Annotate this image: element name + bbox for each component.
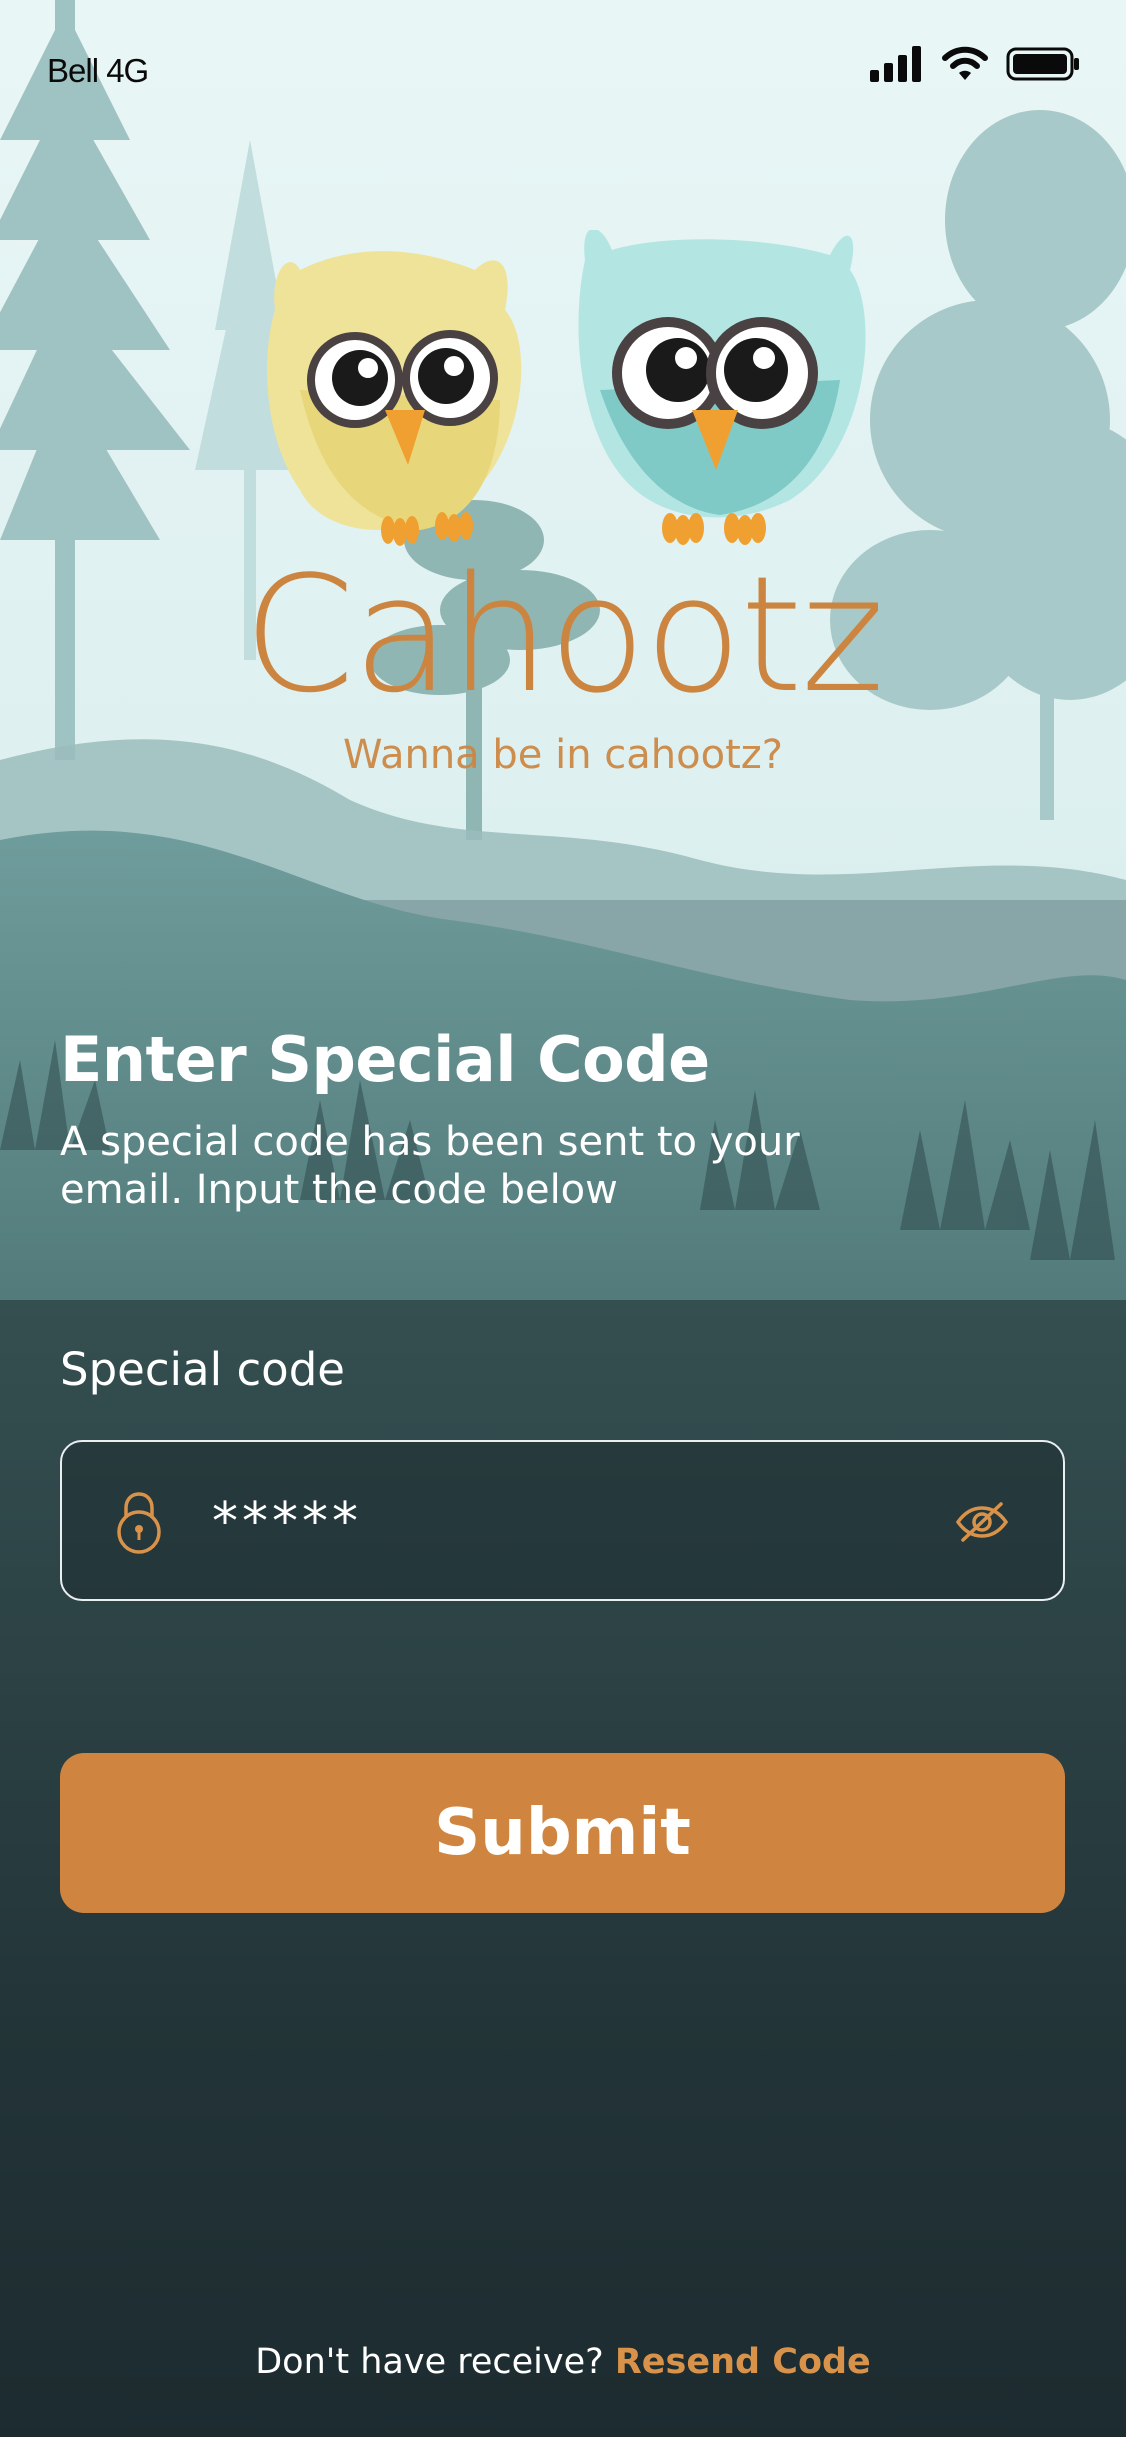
resend-prompt: Don't have receive? xyxy=(255,2342,604,2382)
lock-icon xyxy=(117,1492,161,1554)
special-code-input[interactable] xyxy=(212,1482,912,1562)
resend-code-link[interactable]: Resend Code xyxy=(615,2342,871,2382)
carrier-label: Bell 4G xyxy=(47,52,149,89)
resend-footer: Don't have receive? Resend Code xyxy=(0,2342,1126,2382)
signal-icon xyxy=(870,46,921,82)
battery-icon xyxy=(1006,47,1079,81)
special-code-label: Special code xyxy=(60,1343,345,1396)
teal-owl xyxy=(578,228,866,545)
brand-name: Cahootz xyxy=(243,541,885,728)
yellow-owl xyxy=(267,251,522,546)
wifi-icon xyxy=(942,46,988,80)
page-title: Enter Special Code xyxy=(60,1023,710,1096)
owl-mascots xyxy=(267,228,866,546)
eye-slash-icon[interactable] xyxy=(955,1500,1009,1544)
special-code-field[interactable] xyxy=(60,1440,1065,1601)
status-icons xyxy=(870,46,1080,82)
page-subtitle: A special code has been sent to your ema… xyxy=(60,1119,800,1213)
brand-tagline: Wanna be in cahootz? xyxy=(342,732,784,778)
submit-button[interactable]: Submit xyxy=(60,1753,1065,1913)
status-bar: Bell 4G xyxy=(0,0,1126,140)
